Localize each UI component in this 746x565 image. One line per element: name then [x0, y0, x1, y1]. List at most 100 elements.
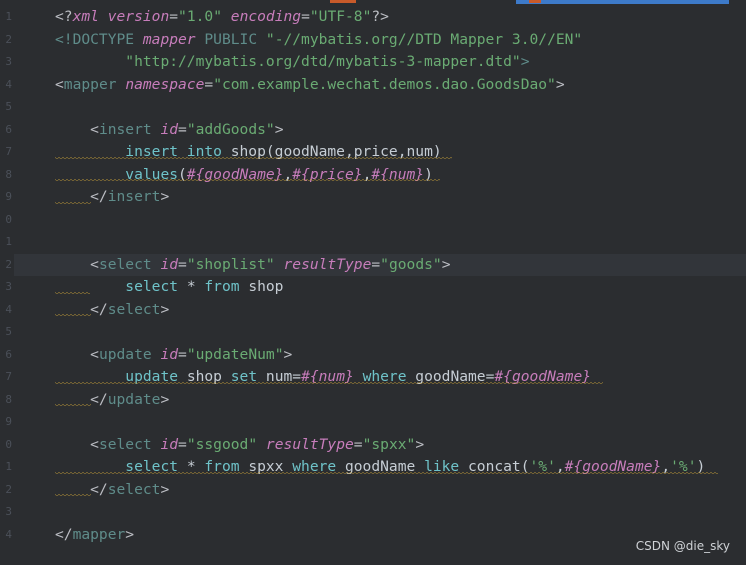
code-token: mapper: [63, 75, 126, 93]
line-number: 0: [5, 437, 12, 451]
code-token: >: [441, 255, 451, 273]
warning-underline: [55, 291, 90, 296]
code-token: select: [107, 480, 161, 498]
code-line[interactable]: <?xml version="1.0" encoding="UTF-8"?>: [55, 6, 389, 29]
line-number: 6: [5, 347, 12, 361]
code-token: shop: [248, 278, 284, 295]
active-tab-indicator: [516, 0, 729, 4]
code-token: xml: [72, 8, 108, 25]
code-token: >: [160, 300, 170, 318]
code-line[interactable]: <select id="ssgood" resultType="spxx">: [55, 434, 424, 457]
line-number: 8: [5, 392, 12, 406]
code-token: <!DOCTYPE: [55, 30, 143, 48]
line-number: 0: [5, 212, 12, 226]
code-token: >: [555, 75, 565, 93]
line-number: 7: [5, 145, 12, 158]
code-token: =: [178, 120, 187, 138]
code-token: update: [107, 390, 161, 408]
code-token: >: [125, 525, 135, 543]
code-token: <: [55, 345, 99, 363]
code-token: >: [274, 120, 284, 138]
code-token: id: [160, 435, 179, 453]
code-token: <: [55, 120, 99, 138]
warning-underline: [55, 494, 91, 498]
code-token: >: [283, 345, 293, 363]
warning-underline: [55, 156, 452, 161]
warning-underline: [55, 201, 91, 206]
code-token: =: [204, 75, 214, 93]
code-token: =: [169, 8, 179, 25]
code-token: update: [98, 345, 161, 363]
line-number: 1: [5, 10, 12, 23]
code-token: >: [520, 53, 530, 70]
code-token: =: [178, 435, 187, 453]
code-token: <: [55, 75, 64, 93]
code-line[interactable]: <!DOCTYPE mapper PUBLIC "-//mybatis.org/…: [55, 29, 582, 52]
code-token: >: [160, 480, 170, 498]
code-token: <?: [55, 8, 73, 25]
code-token: encoding: [230, 8, 302, 25]
code-token: select: [125, 278, 187, 295]
code-token: select: [107, 300, 161, 318]
code-token: mapper: [142, 30, 205, 48]
line-number: 3: [5, 55, 12, 68]
editor-tab-marker-2: [529, 0, 541, 3]
line-number: 2: [5, 257, 12, 271]
code-token: PUBLIC: [204, 30, 266, 48]
code-token: =: [178, 345, 187, 363]
code-token: =: [353, 435, 363, 453]
warning-underline: [55, 314, 91, 318]
line-number: 5: [5, 100, 12, 113]
code-token: id: [160, 120, 179, 138]
code-token: "spxx": [362, 435, 416, 453]
warning-underline: [55, 471, 718, 476]
code-token: "shoplist": [186, 255, 275, 273]
code-editor[interactable]: 123456789012345678901234 <?xml version="…: [0, 0, 746, 565]
code-line[interactable]: <mapper namespace="com.example.wechat.de…: [55, 74, 565, 97]
code-line[interactable]: "http://mybatis.org/dtd/mybatis-3-mapper…: [55, 51, 529, 74]
code-token: </: [55, 525, 73, 543]
code-token: namespace: [125, 75, 205, 93]
line-number: 9: [5, 190, 12, 203]
code-token: select: [98, 255, 161, 273]
code-token: "goods": [380, 255, 442, 273]
code-line[interactable]: <update id="updateNum">: [55, 344, 292, 367]
line-number: 5: [5, 325, 12, 338]
code-token: "updateNum": [186, 345, 284, 363]
code-token: "http://mybatis.org/dtd/mybatis-3-mapper…: [125, 53, 521, 70]
line-number: 2: [5, 32, 12, 46]
code-token: "UTF-8": [309, 8, 372, 25]
line-number: 2: [5, 482, 12, 496]
line-number-gutter: 1 2 3 4 5 6 7 8 9 0 1 2 3 4 5 6 7 8 9 0 1 2 3 4: [0, 0, 14, 565]
code-line[interactable]: <insert id="addGoods">: [55, 119, 284, 142]
code-token: id: [160, 255, 179, 273]
line-number: 9: [5, 415, 12, 428]
code-token: mapper: [72, 525, 126, 543]
line-number: 6: [5, 122, 12, 136]
code-token: insert: [107, 188, 161, 205]
code-token: id: [160, 345, 179, 363]
line-number: 4: [5, 302, 12, 316]
code-token: =: [301, 8, 310, 25]
code-token: ?>: [371, 8, 389, 25]
code-token: >: [160, 188, 170, 205]
editor-tab-marker: [330, 0, 356, 3]
code-token: "1.0": [178, 8, 222, 25]
warning-underline: [55, 381, 603, 386]
warning-underline: [55, 179, 440, 183]
code-line[interactable]: <select id="shoplist" resultType="goods"…: [55, 254, 450, 277]
code-line[interactable]: </mapper>: [55, 524, 134, 547]
line-number: 7: [5, 370, 12, 383]
line-number: 3: [5, 505, 12, 518]
code-token: >: [415, 435, 425, 453]
code-token: insert: [98, 120, 161, 138]
code-token: =: [371, 255, 381, 273]
code-token: version: [107, 8, 170, 25]
line-number: 3: [5, 280, 12, 293]
line-number: 1: [5, 460, 12, 473]
code-token: <: [55, 435, 99, 453]
